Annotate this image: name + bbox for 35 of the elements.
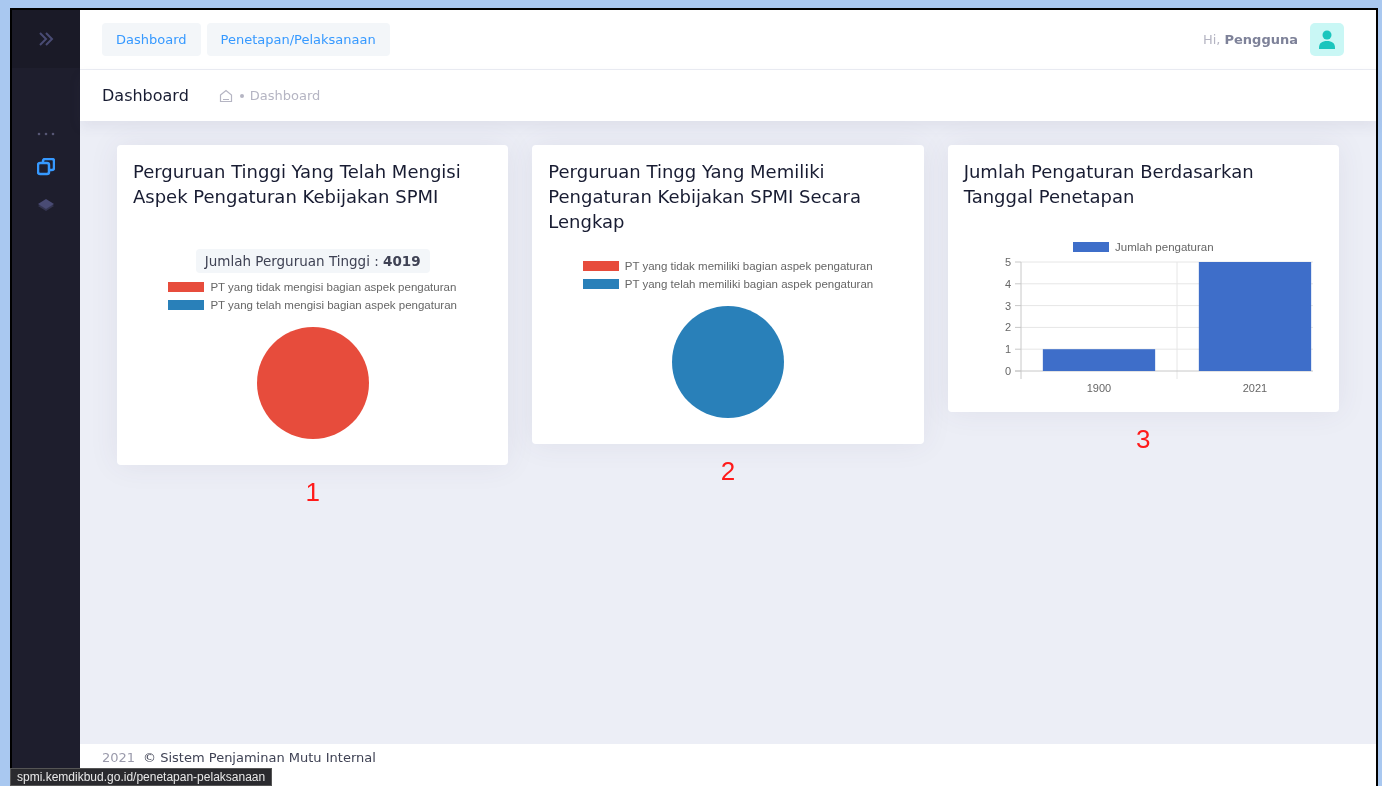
footer-year: 2021 <box>102 750 136 765</box>
y-tick-label: 0 <box>1005 365 1012 377</box>
card-title: Perguruan Tingg Yang Memiliki Pengaturan Kebijakan SPMI Secara Lengkap <box>548 160 862 234</box>
y-tick-label: 4 <box>1005 277 1012 290</box>
copy-icon[interactable] <box>37 158 55 176</box>
status-url-tooltip: spmi.kemdikbud.go.id/penetapan-pelaksanaan <box>10 768 273 786</box>
annotation-number: 3 <box>1136 424 1151 455</box>
legend-label: PT yang telah mengisi bagian aspek pengaturan <box>210 299 457 311</box>
legend-label: PT yang tidak mengisi bagian aspek pengaturan <box>210 281 457 293</box>
dots-icon <box>37 132 55 136</box>
annotation-number: 1 <box>305 477 320 508</box>
y-tick-label: 1 <box>1005 343 1012 356</box>
avatar-button[interactable] <box>1310 23 1344 56</box>
y-tick-label: 3 <box>1005 299 1012 312</box>
greeting-text: Hi, <box>1202 32 1221 47</box>
breadcrumb-link[interactable]: Dashboard <box>249 88 321 103</box>
menu-button[interactable]: Penetapan/Pelaksanaan <box>206 23 390 56</box>
page-title: Dashboard <box>102 86 189 105</box>
legend-label: PT yang tidak memiliki bagian aspek pengaturan <box>624 260 873 272</box>
home-icon[interactable] <box>218 88 233 103</box>
breadcrumb-dot <box>239 93 244 98</box>
card-title: Jumlah Pengaturan Berdasarkan Tanggal Penetapan <box>963 160 1255 209</box>
legend-label: PT yang telah memiliki bagian aspek pengaturan <box>624 278 874 290</box>
x-tick-label: 2021 <box>1243 382 1268 394</box>
card-title: Perguruan Tinggi Yang Telah Mengisi Aspek Pengaturan Kebijakan SPMI <box>133 160 462 209</box>
annotation-number: 2 <box>720 456 736 487</box>
total-count-label: Jumlah Perguruan Tinggi : 4019 <box>195 249 430 273</box>
user-name: Pengguna <box>1224 32 1298 47</box>
legend-label: Jumlah pengaturan <box>1115 241 1214 253</box>
y-tick-label: 2 <box>1005 321 1012 334</box>
footer-text: © Sistem Penjaminan Mutu Internal <box>143 750 376 765</box>
menu-button[interactable]: Dashboard <box>102 23 201 56</box>
user-icon <box>1318 29 1336 50</box>
y-tick-label: 5 <box>1005 256 1012 268</box>
x-tick-label: 1900 <box>1087 382 1112 394</box>
